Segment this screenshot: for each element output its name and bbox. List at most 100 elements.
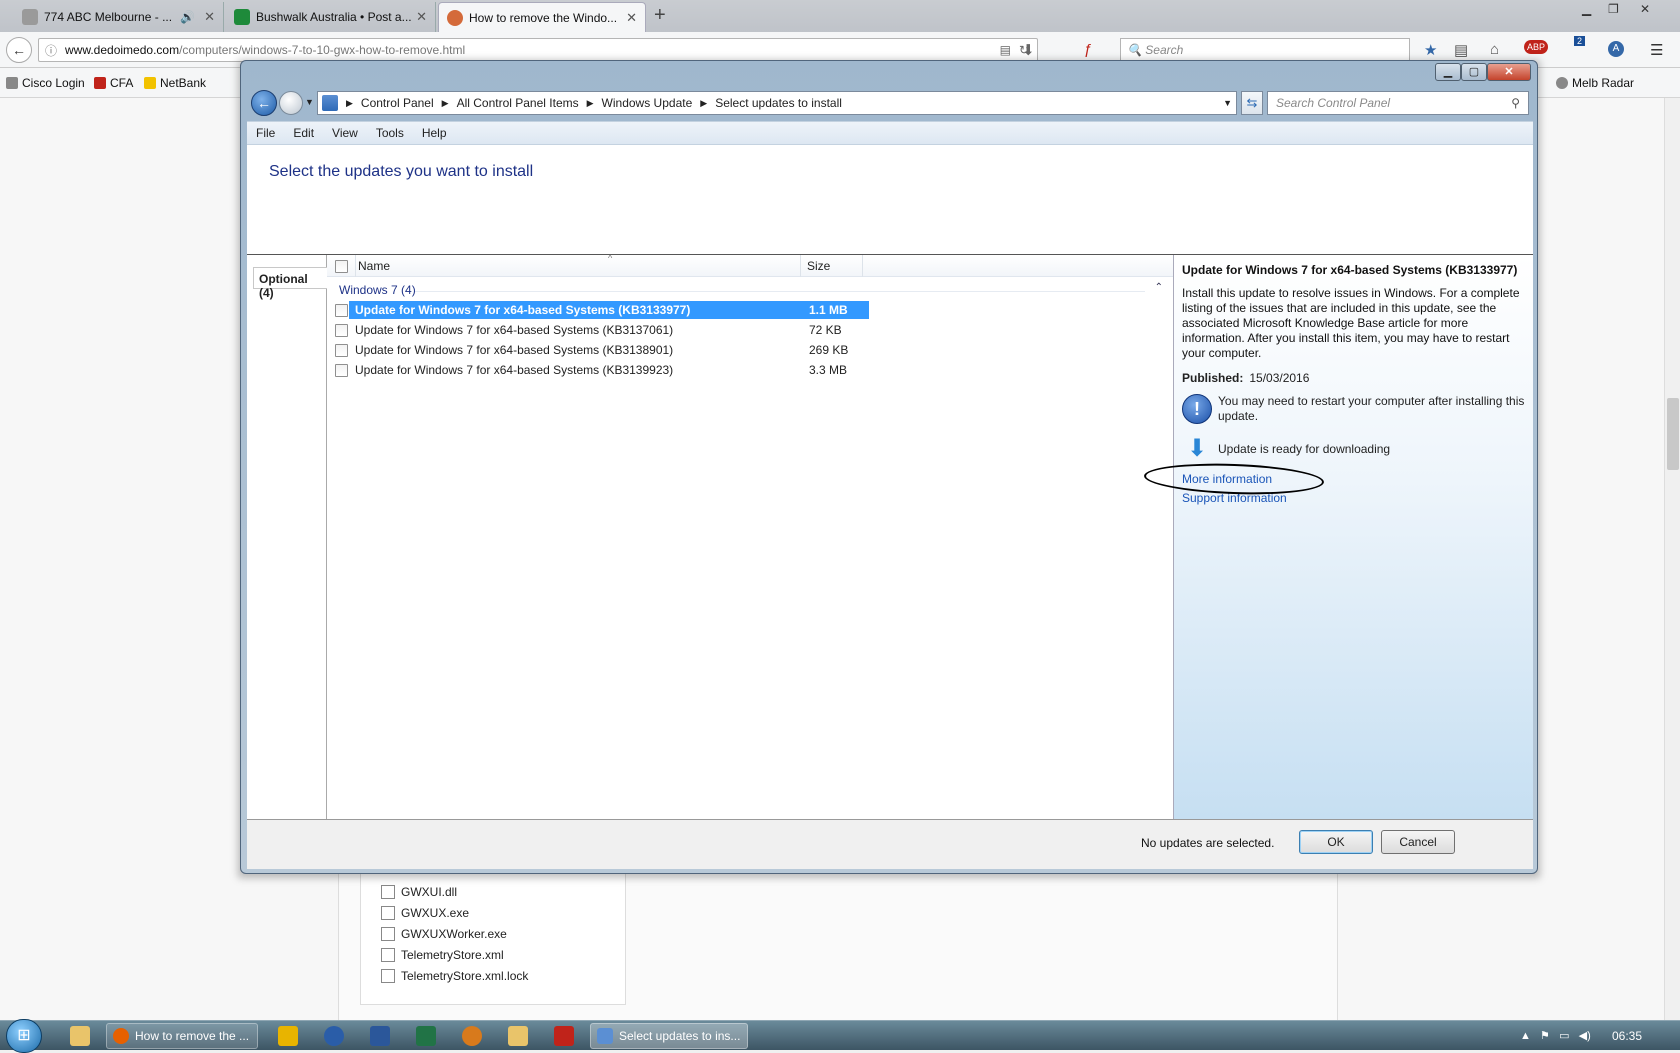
close-tab-icon[interactable]: ✕ [626,10,637,26]
update-row[interactable]: Update for Windows 7 for x64-based Syste… [327,361,927,379]
windows-update-dialog: ▁ ▢ ✕ ← ▼ ▶ Control Panel ▶ All Control … [240,60,1538,874]
tab-favicon-icon [22,9,38,25]
breadcrumb-windows-update[interactable]: Windows Update [602,96,693,110]
details-description: Install this update to resolve issues in… [1182,286,1520,360]
refresh-icon[interactable]: ⇆ [1241,91,1263,115]
start-button[interactable]: ⊞ [6,1019,42,1053]
folder-taskbar-icon[interactable] [508,1026,528,1046]
update-checkbox[interactable] [335,344,348,357]
breadcrumb-separator-icon[interactable]: ▶ [442,98,449,109]
column-header-row: ^ Name Size [327,253,1173,277]
file-item: TelemetryStore.xml [381,948,504,962]
browser-tab[interactable]: 774 ABC Melbourne - ... 🔊 ✕ [14,2,224,32]
bookmark-favicon-icon [94,77,106,89]
recent-pages-dropdown-icon[interactable]: ▼ [305,97,314,107]
search-icon[interactable]: ⚲ [1511,96,1520,110]
select-all-checkbox[interactable] [335,260,348,273]
back-arrow-icon[interactable]: ← [251,90,277,116]
hamburger-menu-icon[interactable]: ☰ [1650,41,1663,59]
clock[interactable]: 06:35 [1612,1029,1642,1043]
breadcrumb-select-updates[interactable]: Select updates to install [715,96,842,110]
update-checkbox[interactable] [335,304,348,317]
breadcrumb-separator-icon[interactable]: ▶ [700,98,707,109]
menu-help[interactable]: Help [413,126,456,140]
bookmarks-list-icon[interactable]: ▤ [1454,41,1468,59]
close-window-icon[interactable]: ✕ [1640,2,1650,16]
address-dropdown-icon[interactable]: ▼ [1223,98,1232,108]
info-exclamation-icon: ! [1182,394,1212,424]
breadcrumb-all-items[interactable]: All Control Panel Items [457,96,579,110]
xml-file-icon [381,948,395,962]
ok-button[interactable]: OK [1299,830,1373,854]
menu-tools[interactable]: Tools [367,126,413,140]
cancel-button[interactable]: Cancel [1381,830,1455,854]
dialog-minimize-button[interactable]: ▁ [1435,63,1461,81]
update-checkbox[interactable] [335,364,348,377]
explorer-taskbar-icon[interactable] [70,1026,90,1046]
dialog-close-button[interactable]: ✕ [1487,63,1531,81]
column-header-size[interactable]: Size [801,255,863,277]
restore-icon[interactable]: ❐ [1608,2,1619,16]
column-header-name[interactable]: ^ Name [355,253,801,277]
breadcrumb-separator-icon[interactable]: ▶ [346,98,353,109]
update-row[interactable]: Update for Windows 7 for x64-based Syste… [327,321,927,339]
app-taskbar-icon[interactable] [554,1026,574,1046]
menu-file[interactable]: File [247,126,284,140]
outlook-taskbar-icon[interactable] [278,1026,298,1046]
bookmark-star-icon[interactable]: ★ [1424,41,1437,59]
bookmark-cisco[interactable]: Cisco Login [6,76,85,90]
app-taskbar-icon[interactable] [462,1026,482,1046]
account-icon[interactable]: A [1608,41,1624,57]
update-checkbox[interactable] [335,324,348,337]
tab-optional[interactable]: Optional (4) [253,267,327,300]
word-taskbar-icon[interactable] [370,1026,390,1046]
url-bar[interactable]: ⓘ www.dedoimedo.com/computers/windows-7-… [38,38,1038,62]
bookmark-netbank[interactable]: NetBank [144,76,206,90]
back-arrow-icon[interactable]: ← [6,37,32,63]
browser-tab-active[interactable]: How to remove the Windo... ✕ [438,2,646,32]
forward-arrow-icon[interactable] [279,91,303,115]
excel-taskbar-icon[interactable] [416,1026,436,1046]
new-tab-icon[interactable]: + [654,4,666,27]
info-icon[interactable]: ⓘ [45,42,57,59]
home-icon[interactable]: ⌂ [1490,41,1499,58]
bookmark-cfa[interactable]: CFA [94,76,133,90]
browser-search-input[interactable]: 🔍 Search [1120,38,1410,62]
menu-edit[interactable]: Edit [284,126,323,140]
update-row[interactable]: Update for Windows 7 for x64-based Syste… [327,341,927,359]
group-divider [415,291,1145,292]
collapse-chevron-icon[interactable]: ⌃ [1155,282,1163,293]
flash-icon[interactable]: ƒ [1084,41,1092,58]
explorer-address-bar: ← ▼ ▶ Control Panel ▶ All Control Panel … [247,87,1533,121]
browser-tab[interactable]: Bushwalk Australia • Post a... ✕ [226,2,436,32]
group-header[interactable]: Windows 7 (4) ⌃ [339,282,1167,299]
app-taskbar-icon[interactable] [324,1026,344,1046]
minimize-icon[interactable]: ▁ [1582,2,1591,16]
speaker-icon[interactable]: 🔊 [180,10,195,24]
update-size: 1.1 MB [809,303,848,317]
close-tab-icon[interactable]: ✕ [416,9,427,25]
file-icon [381,969,395,983]
breadcrumb-control-panel[interactable]: Control Panel [361,96,434,110]
close-tab-icon[interactable]: ✕ [204,9,215,25]
adblock-icon[interactable]: ABP [1524,40,1549,54]
page-scrollbar[interactable] [1664,98,1680,1020]
notification-badge[interactable]: 2 [1574,36,1586,46]
system-tray[interactable]: ▲ ⚑ ▭ ◀) [1520,1029,1591,1042]
taskbar-control-panel[interactable]: Select updates to ins... [590,1023,748,1049]
update-size: 269 KB [809,343,849,357]
browser-tab-strip: 774 ABC Melbourne - ... 🔊 ✕ Bushwalk Aus… [0,0,1680,32]
bookmark-melb-radar[interactable]: Melb Radar [1556,76,1634,90]
search-placeholder: Search [1145,43,1184,57]
breadcrumb-separator-icon[interactable]: ▶ [587,98,594,109]
breadcrumb[interactable]: ▶ Control Panel ▶ All Control Panel Item… [317,91,1237,115]
menu-view[interactable]: View [323,126,367,140]
taskbar-firefox[interactable]: How to remove the ... [106,1023,258,1049]
update-row[interactable]: Update for Windows 7 for x64-based Syste… [327,301,927,319]
reader-icon[interactable]: ▤ [1000,43,1011,57]
scrollbar-thumb[interactable] [1667,398,1679,470]
control-panel-search-input[interactable]: Search Control Panel ⚲ [1267,91,1529,115]
download-icon[interactable]: ⬇ [1022,41,1035,59]
dialog-maximize-button[interactable]: ▢ [1461,63,1487,81]
updates-list: ^ Name Size Windows 7 (4) ⌃ Update for W… [327,253,1173,819]
